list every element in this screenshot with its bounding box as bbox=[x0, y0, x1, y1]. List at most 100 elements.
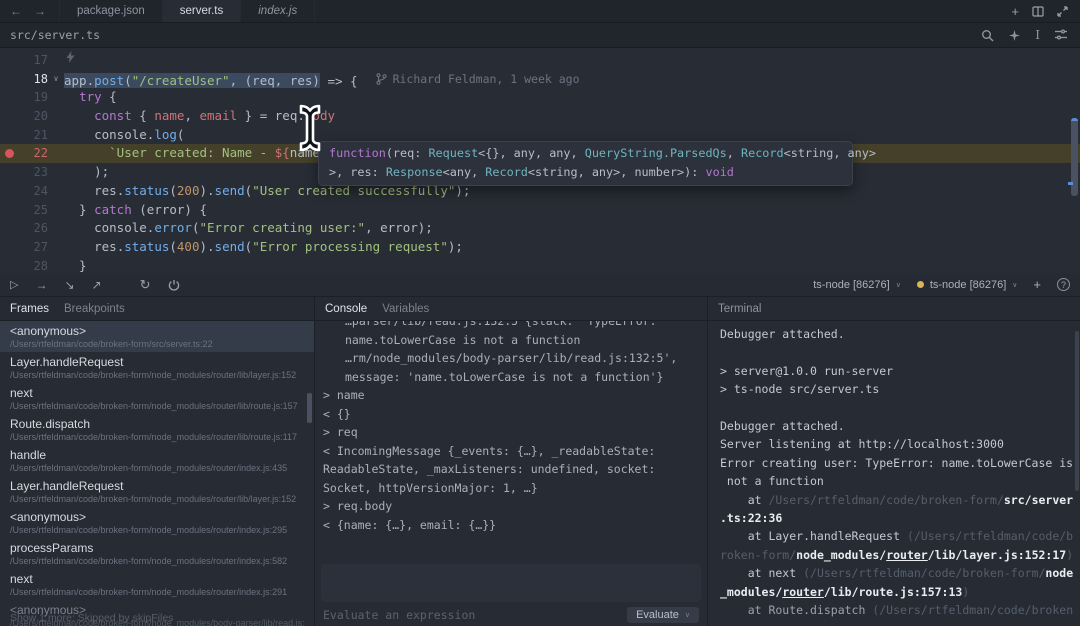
session-select-1[interactable]: ts-node [86276] ∨ bbox=[813, 279, 901, 291]
line-number: 20 bbox=[18, 107, 48, 126]
forward-arrow-icon[interactable]: → bbox=[34, 4, 46, 18]
terminal-text: src/server bbox=[1004, 493, 1073, 507]
tab-index-js[interactable]: index.js bbox=[240, 0, 315, 22]
frames-footer[interactable]: Show 1 more: Skipped by skipFiles bbox=[10, 612, 173, 624]
breakpoint-gutter[interactable] bbox=[0, 257, 18, 273]
chevron-down-icon: ∨ bbox=[685, 611, 690, 619]
breakpoint-gutter[interactable] bbox=[0, 70, 18, 89]
frame-row[interactable]: next/Users/rtfeldman/code/broken-form/no… bbox=[0, 383, 314, 414]
frame-row[interactable]: Route.dispatch/Users/rtfeldman/code/brok… bbox=[0, 414, 314, 445]
breadcrumb[interactable]: src/server.ts bbox=[10, 28, 100, 42]
frame-row[interactable]: <anonymous>/Users/rtfeldman/code/broken-… bbox=[0, 321, 314, 352]
evaluate-area: Evaluate an expression Evaluate ∨ bbox=[315, 561, 707, 626]
terminal-panel[interactable]: Debugger attached. > server@1.0.0 run-se… bbox=[708, 321, 1080, 626]
frame-row[interactable]: <anonymous>/Users/rtfeldman/code/broken-… bbox=[0, 507, 314, 538]
nav-history: ← → bbox=[0, 0, 60, 22]
frame-row[interactable]: handle/Users/rtfeldman/code/broken-form/… bbox=[0, 445, 314, 476]
tab-frames[interactable]: Frames bbox=[10, 303, 49, 315]
tab-server-ts[interactable]: server.ts bbox=[162, 0, 241, 22]
frames-panel[interactable]: <anonymous>/Users/rtfeldman/code/broken-… bbox=[0, 321, 315, 626]
search-icon[interactable] bbox=[981, 29, 994, 42]
chevron-down-icon: ∨ bbox=[896, 281, 901, 289]
step-over-icon[interactable]: → bbox=[35, 278, 47, 292]
frames-scrollbar[interactable] bbox=[307, 393, 312, 423]
tooltip-text: ): bbox=[684, 165, 705, 179]
frame-name: next bbox=[10, 386, 304, 401]
debug-sessions: ts-node [86276] ∨ ts-node [86276] ∨ + ? bbox=[813, 277, 1070, 292]
terminal-scrollbar[interactable] bbox=[1075, 331, 1079, 491]
code-text: console.error("Error creating user:", er… bbox=[64, 219, 1080, 238]
tab-package-json[interactable]: package.json bbox=[59, 0, 163, 22]
fold-chevron-icon[interactable]: ∨ bbox=[48, 70, 64, 89]
split-pane-icon[interactable] bbox=[1032, 6, 1044, 17]
token: app bbox=[64, 73, 87, 88]
breakpoint-gutter[interactable] bbox=[0, 88, 18, 107]
tab-bar: ← → package.jsonserver.tsindex.js + bbox=[0, 0, 1080, 23]
help-icon[interactable]: ? bbox=[1057, 278, 1070, 291]
session-select-2[interactable]: ts-node [86276] ∨ bbox=[917, 279, 1018, 291]
code-line-17: 17 bbox=[0, 51, 1080, 70]
frame-name: Route.dispatch bbox=[10, 417, 304, 432]
frame-name: Layer.handleRequest bbox=[10, 479, 304, 494]
code-editor[interactable]: 1718∨app.post("/createUser", (req, res) … bbox=[0, 48, 1080, 273]
code-text: const { name, email } = req.body bbox=[64, 107, 1080, 126]
frame-row[interactable]: Layer.handleRequest/Users/rtfeldman/code… bbox=[0, 476, 314, 507]
terminal-text: router bbox=[782, 585, 824, 599]
text-cursor-icon[interactable]: I bbox=[1035, 28, 1040, 42]
fold-gutter bbox=[48, 182, 64, 201]
frame-path: /Users/rtfeldman/code/broken-form/node_m… bbox=[10, 587, 304, 598]
tab-terminal[interactable]: Terminal bbox=[718, 303, 761, 315]
step-into-icon[interactable]: ↘ bbox=[64, 278, 74, 292]
tab-breakpoints[interactable]: Breakpoints bbox=[64, 303, 125, 315]
breakpoint-gutter[interactable] bbox=[0, 182, 18, 201]
editor-controls-icon[interactable] bbox=[1054, 29, 1068, 41]
breakpoint-gutter[interactable] bbox=[0, 107, 18, 126]
terminal-text: at bbox=[720, 493, 768, 507]
console-panel[interactable]: …parser/lib/read.js:132:5 {stack: 'TypeE… bbox=[315, 321, 708, 626]
console-line: …parser/lib/read.js:132:5 {stack: 'TypeE… bbox=[323, 321, 707, 331]
tab-variables[interactable]: Variables bbox=[382, 303, 429, 315]
terminal-text: node_modules/ bbox=[796, 548, 886, 562]
new-session-plus-icon[interactable]: + bbox=[1033, 277, 1041, 292]
frame-path: /Users/rtfeldman/code/broken-form/node_m… bbox=[10, 463, 304, 474]
code-line-20: 20 const { name, email } = req.body bbox=[0, 107, 1080, 126]
token: 200 bbox=[177, 183, 200, 198]
tooltip-text: <string, any>, number> bbox=[528, 165, 684, 179]
line-number: 25 bbox=[18, 201, 48, 220]
restart-icon[interactable]: ↻ bbox=[140, 277, 151, 293]
tooltip-text: Record bbox=[485, 165, 528, 179]
terminal-text: ) bbox=[1066, 548, 1073, 562]
token: "Error processing request" bbox=[252, 239, 448, 254]
terminal-text: /lib/layer.js:152:17 bbox=[928, 548, 1066, 562]
breakpoint-gutter[interactable] bbox=[0, 163, 18, 182]
evaluate-button[interactable]: Evaluate ∨ bbox=[627, 607, 699, 623]
tab-console[interactable]: Console bbox=[325, 303, 367, 315]
scroll-marker bbox=[1068, 182, 1073, 185]
token: res bbox=[290, 73, 313, 88]
assist-sparkle-icon[interactable] bbox=[1008, 29, 1021, 42]
frame-row[interactable]: Layer.handleRequest/Users/rtfeldman/code… bbox=[0, 352, 314, 383]
breakpoint-gutter[interactable] bbox=[0, 51, 18, 70]
back-arrow-icon[interactable]: ← bbox=[10, 4, 22, 18]
breakpoint-gutter[interactable] bbox=[0, 219, 18, 238]
evaluate-input[interactable] bbox=[321, 564, 701, 602]
breakpoint-icon[interactable] bbox=[5, 149, 14, 158]
step-out-icon[interactable]: ↗ bbox=[92, 278, 102, 292]
breakpoint-gutter[interactable] bbox=[0, 201, 18, 220]
frame-row[interactable]: next/Users/rtfeldman/code/broken-form/no… bbox=[0, 569, 314, 600]
terminal-text: > server@1.0.0 run-server bbox=[720, 364, 893, 378]
expand-icon[interactable] bbox=[1057, 6, 1068, 17]
tooltip-line: >, res: Response<any, Record<string, any… bbox=[329, 163, 842, 182]
breakpoint-gutter[interactable] bbox=[0, 126, 18, 145]
plus-icon[interactable]: + bbox=[1011, 4, 1019, 19]
token bbox=[64, 220, 94, 235]
frame-name: Layer.handleRequest bbox=[10, 355, 304, 370]
breakpoint-gutter[interactable] bbox=[0, 144, 18, 163]
type-hint-tooltip: function(req: Request<{}, any, any, Quer… bbox=[318, 141, 853, 186]
terminal-text: node bbox=[1045, 566, 1073, 580]
frame-row[interactable]: processParams/Users/rtfeldman/code/broke… bbox=[0, 538, 314, 569]
stop-icon[interactable] bbox=[168, 279, 180, 291]
breakpoint-gutter[interactable] bbox=[0, 238, 18, 257]
token: { bbox=[132, 108, 155, 123]
continue-icon[interactable]: ▷ bbox=[10, 278, 18, 291]
